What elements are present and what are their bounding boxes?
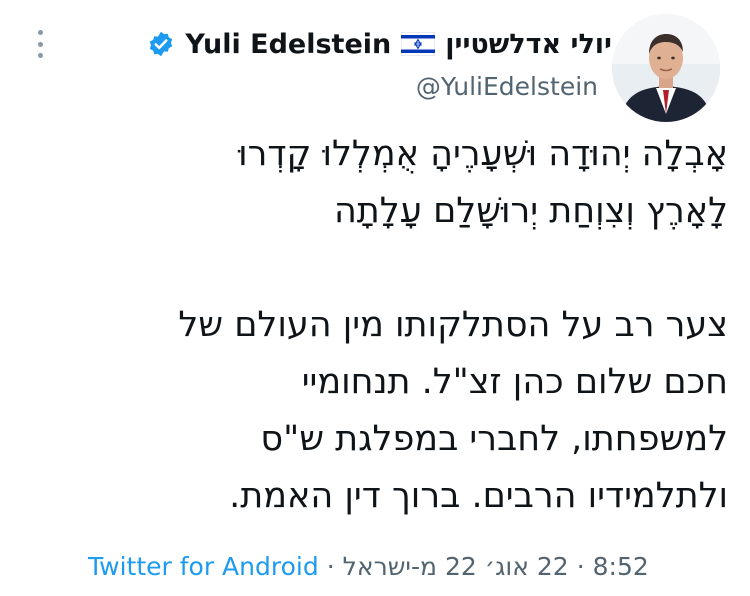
metadata-separator: · <box>326 551 335 581</box>
avatar-image <box>612 14 720 122</box>
avatar[interactable] <box>612 14 720 122</box>
more-options-icon[interactable] <box>30 30 50 58</box>
tweet-date-location[interactable]: 22 אוג׳ 22 מ-ישראל <box>343 552 569 581</box>
author-name-row[interactable]: Yuli Edelstein יולי אדלשטיין <box>147 24 612 64</box>
tweet-line: לָאָרֶץ וְצִוְחַת יְרוּשָׁלִַם עָלָתָה <box>333 191 728 231</box>
tweet-line: צער רב על הסתלקותו מין העולם של <box>178 305 728 345</box>
metadata-separator: · <box>576 551 585 581</box>
tweet-line: למשפחתו, לחברי במפלגת ש"ס <box>260 419 728 459</box>
paragraph-break <box>28 240 728 297</box>
tweet-line: ולתלמידיו הרבים. ברוך דין האמת. <box>229 476 728 516</box>
tweet-line: אָבְלָה יְהוּדָה וּשְׁעָרֶיהָ אֻמְלְלוּ … <box>238 134 728 174</box>
tweet-header: Yuli Edelstein יולי אדלשטיין @YuliEdelst… <box>0 0 750 122</box>
israel-flag-icon <box>401 32 436 56</box>
tweet-metadata: Twitter for Android · 22 אוג׳ 22 מ-ישראל… <box>88 548 728 584</box>
author-name-english: Yuli Edelstein <box>185 28 392 60</box>
tweet-source-link[interactable]: Twitter for Android <box>88 552 319 581</box>
author-name-hebrew: יולי אדלשטיין <box>445 28 612 60</box>
author-handle[interactable]: @YuliEdelstein <box>416 72 598 101</box>
tweet-text: אָבְלָה יְהוּדָה וּשְׁעָרֶיהָ אֻמְלְלוּ … <box>28 126 728 525</box>
tweet-line: חכם שלום כהן זצ"ל. תנחומיי <box>301 362 728 402</box>
tweet-time[interactable]: 8:52 <box>593 552 649 581</box>
verified-badge-icon <box>150 31 173 57</box>
